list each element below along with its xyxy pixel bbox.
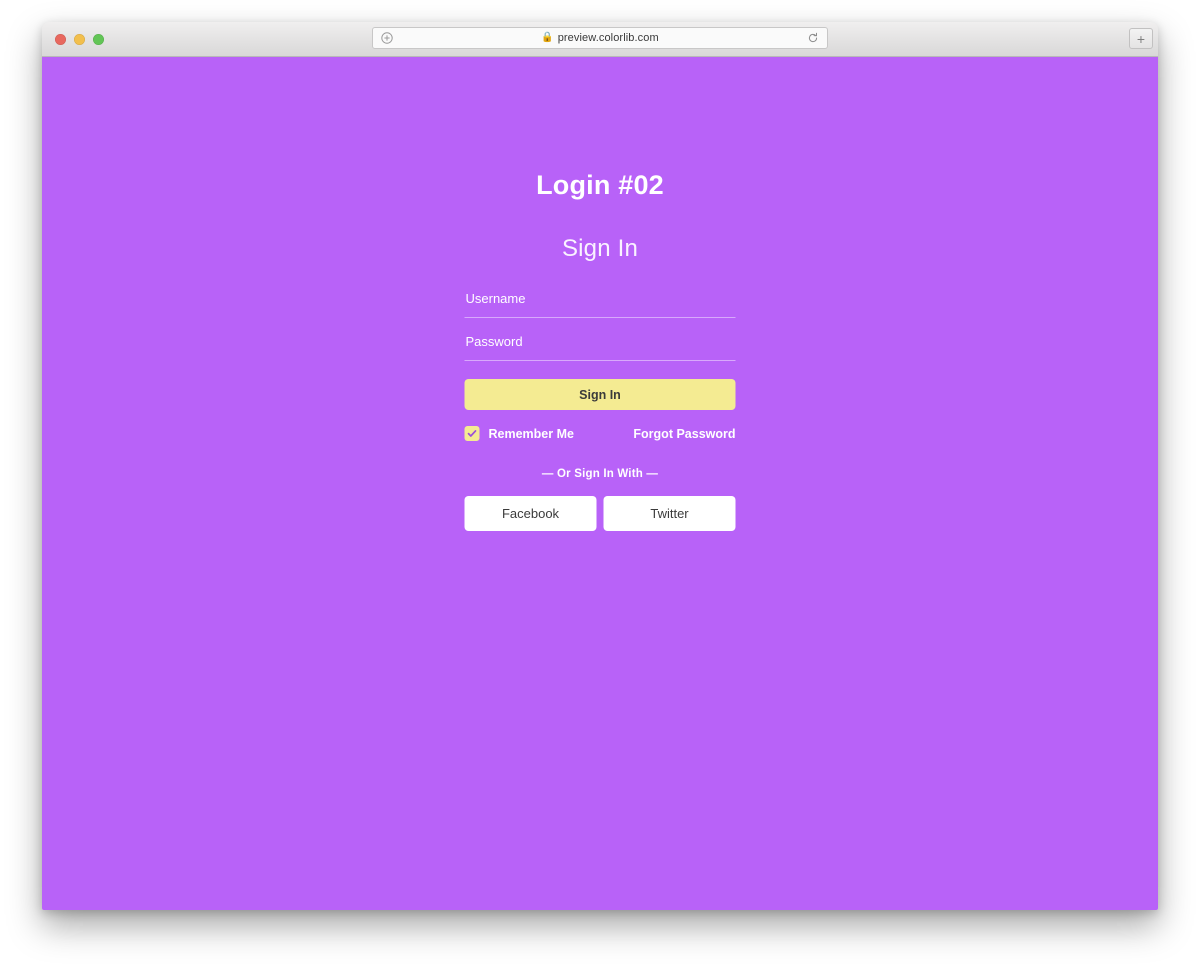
remember-me-label: Remember Me <box>489 427 574 441</box>
forgot-password-link[interactable]: Forgot Password <box>633 427 735 441</box>
check-icon <box>467 428 478 439</box>
close-window-button[interactable] <box>55 34 66 45</box>
social-buttons-row: Facebook Twitter <box>465 496 736 531</box>
sign-in-button[interactable]: Sign In <box>465 379 736 410</box>
password-input[interactable] <box>465 329 736 361</box>
facebook-sign-in-button[interactable]: Facebook <box>465 496 597 531</box>
url-text: preview.colorlib.com <box>558 32 659 44</box>
remember-me-checkbox[interactable] <box>465 426 480 441</box>
minimize-window-button[interactable] <box>74 34 85 45</box>
new-tab-label: + <box>1137 32 1145 46</box>
form-options-row: Remember Me Forgot Password <box>465 426 736 441</box>
browser-toolbar: 🔒 preview.colorlib.com + <box>42 22 1158 57</box>
login-form: Sign In Sign In Remember Me Forgot Passw… <box>465 235 736 531</box>
or-sign-in-with-divider: — Or Sign In With — <box>465 468 736 480</box>
remember-me-control[interactable]: Remember Me <box>465 426 574 441</box>
browser-window: 🔒 preview.colorlib.com + Login #02 Sign … <box>42 22 1158 910</box>
add-circle-icon[interactable] <box>379 32 395 44</box>
twitter-sign-in-button[interactable]: Twitter <box>604 496 736 531</box>
username-input[interactable] <box>465 286 736 318</box>
window-controls <box>55 34 104 45</box>
maximize-window-button[interactable] <box>93 34 104 45</box>
new-tab-button[interactable]: + <box>1129 28 1153 49</box>
page-title: Login #02 <box>42 170 1158 201</box>
lock-icon: 🔒 <box>541 33 553 43</box>
twitter-button-label: Twitter <box>650 506 688 521</box>
address-bar[interactable]: 🔒 preview.colorlib.com <box>372 27 828 49</box>
page-viewport: Login #02 Sign In Sign In Remember Me Fo… <box>42 57 1158 910</box>
sign-in-button-label: Sign In <box>579 388 621 402</box>
address-bar-content: 🔒 preview.colorlib.com <box>373 32 827 44</box>
form-heading: Sign In <box>465 235 736 263</box>
facebook-button-label: Facebook <box>502 506 559 521</box>
reload-icon[interactable] <box>805 32 821 44</box>
